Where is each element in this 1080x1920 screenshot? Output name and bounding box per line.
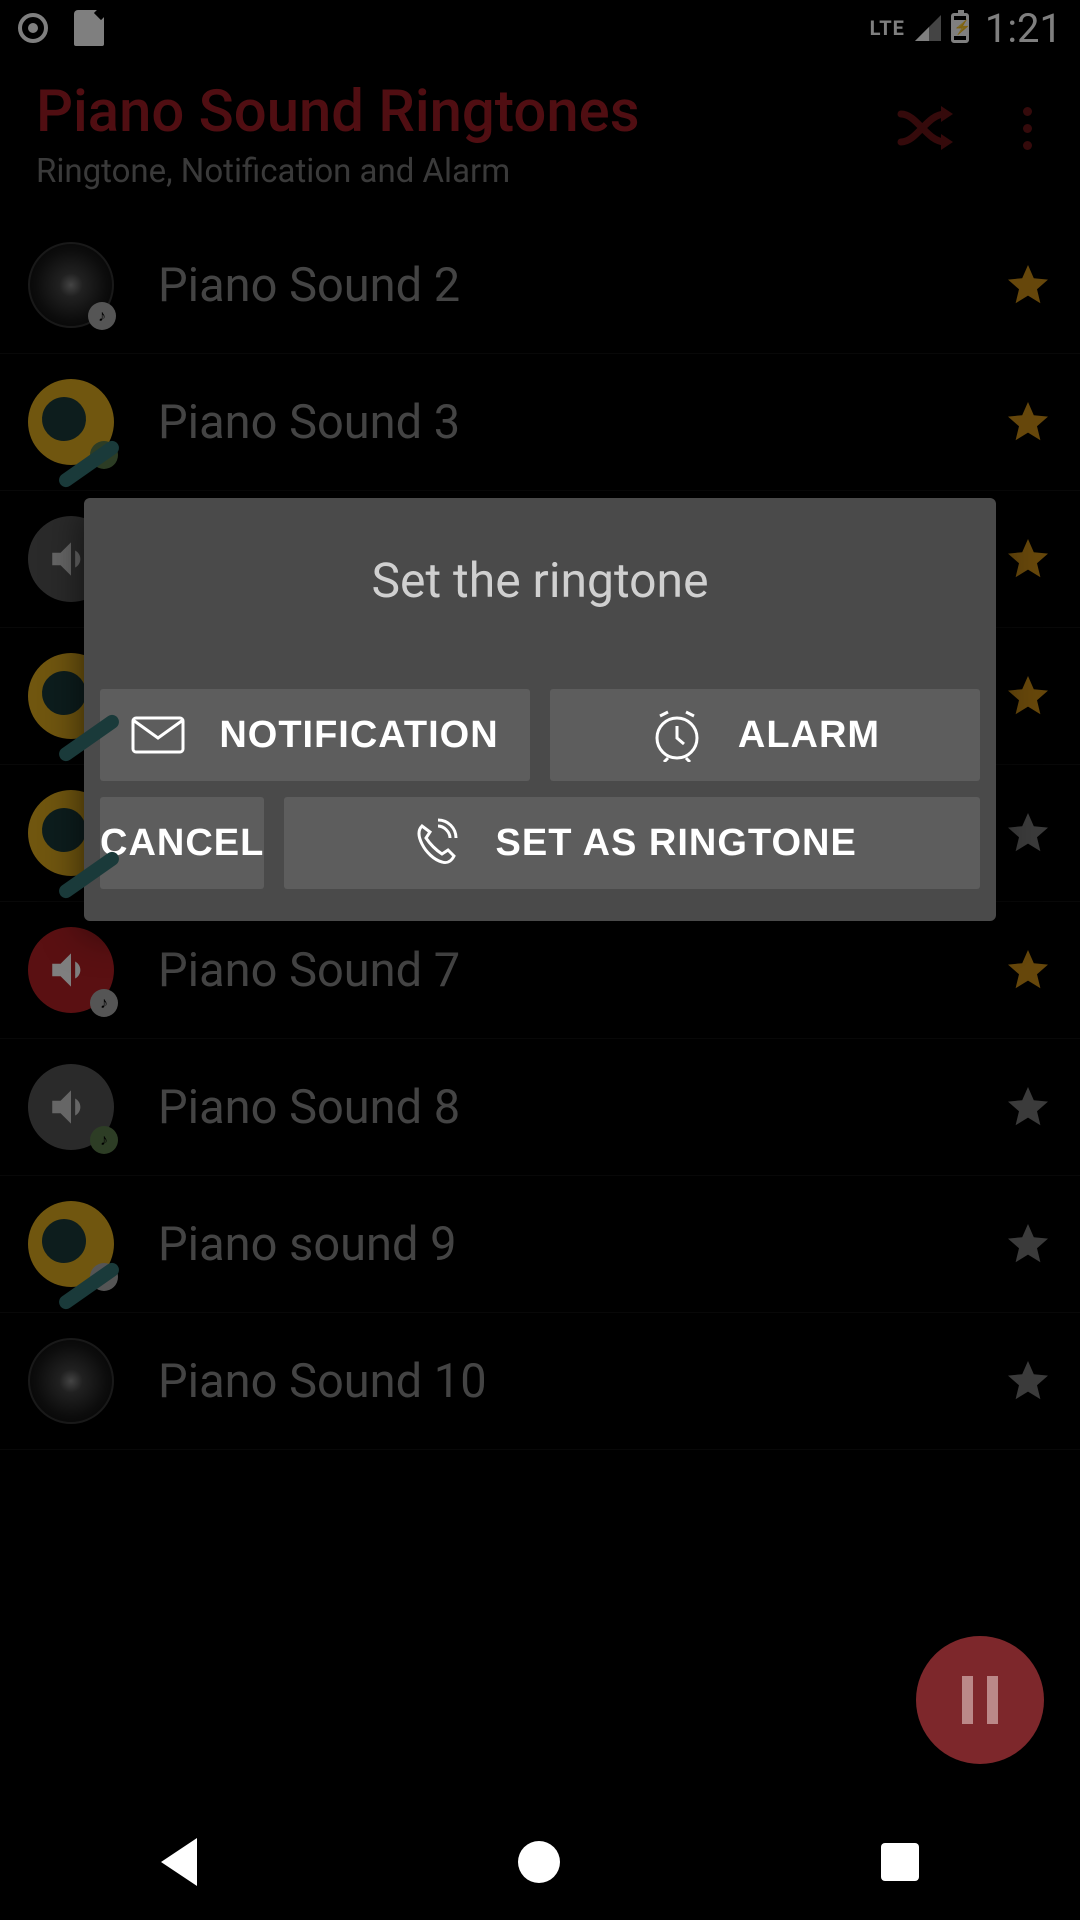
nav-home-button[interactable]: [518, 1841, 560, 1883]
notification-label: NOTIFICATION: [219, 714, 498, 757]
pause-fab[interactable]: [916, 1636, 1044, 1764]
cancel-label: CANCEL: [100, 822, 264, 865]
set-ringtone-button[interactable]: SET AS RINGTONE: [284, 797, 980, 889]
notification-button[interactable]: NOTIFICATION: [100, 689, 530, 781]
alarm-clock-icon: [650, 708, 704, 762]
envelope-icon: [131, 716, 185, 754]
dialog-title: Set the ringtone: [100, 552, 980, 609]
pause-icon: [962, 1676, 973, 1724]
nav-recent-button[interactable]: [881, 1843, 919, 1881]
nav-back-button[interactable]: [161, 1838, 197, 1886]
set-ringtone-label: SET AS RINGTONE: [496, 822, 857, 865]
alarm-label: ALARM: [738, 714, 880, 757]
cancel-button[interactable]: CANCEL: [100, 797, 264, 889]
alarm-button[interactable]: ALARM: [550, 689, 980, 781]
phone-ringing-icon: [408, 816, 462, 870]
ringtone-dialog: Set the ringtone NOTIFICATION ALARM CANC…: [84, 498, 996, 921]
modal-overlay[interactable]: [0, 0, 1080, 1920]
nav-bar: [0, 1804, 1080, 1920]
